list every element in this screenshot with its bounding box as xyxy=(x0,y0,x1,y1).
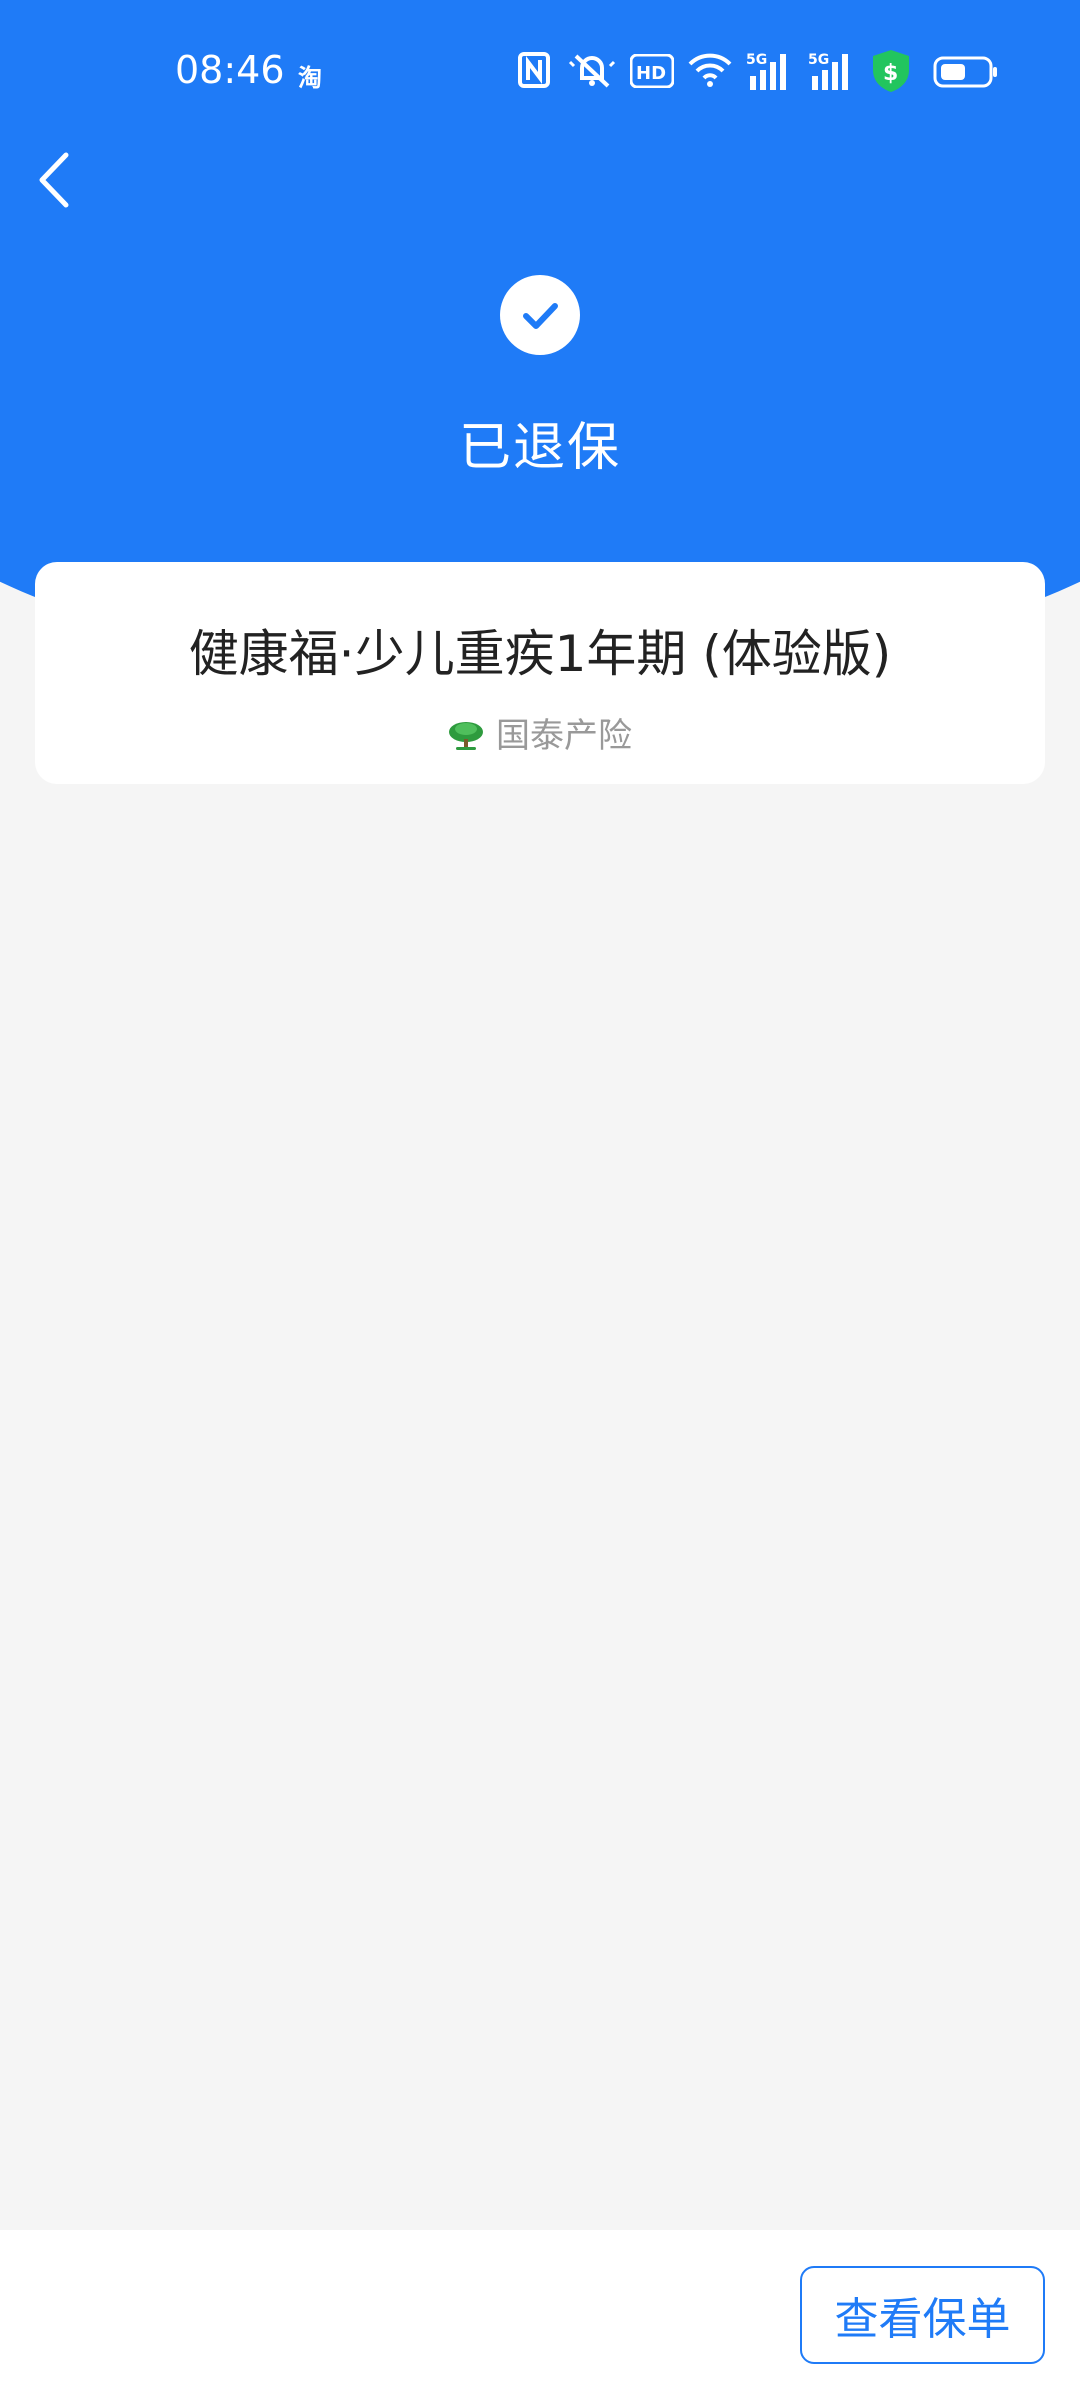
svg-text:5G: 5G xyxy=(746,52,767,68)
insurer-name: 国泰产险 xyxy=(496,716,632,756)
policy-card: 健康福·少儿重疾1年期 (体验版) 国泰产险 xyxy=(35,562,1045,784)
wifi-icon xyxy=(688,50,732,94)
svg-text:$: $ xyxy=(883,61,898,86)
product-name: 健康福·少儿重疾1年期 (体验版) xyxy=(188,625,892,683)
svg-text:HD: HD xyxy=(636,63,666,84)
mute-icon xyxy=(568,50,616,94)
screen: 08:46 淘 HD 5G 5G $ 已退保 健康福·少儿重疾1年期 (体验版)… xyxy=(0,0,1080,2400)
hd-icon: HD xyxy=(629,53,675,92)
status-icons: HD 5G 5G $ xyxy=(518,50,1008,94)
status-bar: 08:46 淘 HD 5G 5G $ xyxy=(0,0,1080,140)
tree-logo-icon xyxy=(448,720,484,750)
security-icon: $ xyxy=(870,48,912,98)
status-title: 已退保 xyxy=(458,418,621,478)
back-button[interactable] xyxy=(30,145,90,215)
status-time: 08:46 xyxy=(175,48,285,92)
success-badge xyxy=(500,275,580,355)
back-arrow-icon xyxy=(30,152,90,219)
nfc-icon xyxy=(518,50,550,94)
signal-5g-icon: 5G xyxy=(746,50,794,96)
bottom-bar: 查看保单 xyxy=(0,2230,1080,2400)
battery-icon xyxy=(933,56,999,92)
view-policy-button[interactable]: 查看保单 xyxy=(800,2266,1045,2364)
taobao-indicator: 淘 xyxy=(298,64,322,92)
svg-text:5G: 5G xyxy=(808,52,829,68)
insurer: 国泰产险 xyxy=(35,708,1045,757)
signal-5g-icon-2: 5G xyxy=(808,50,856,96)
